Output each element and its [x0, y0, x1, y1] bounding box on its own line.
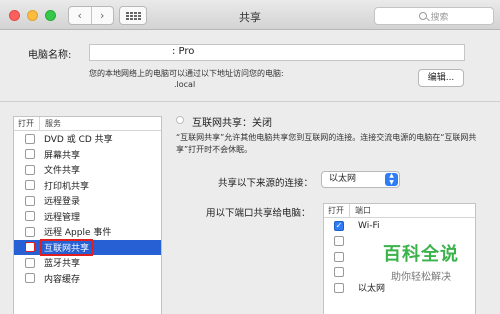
ports-label: 用以下端口共享给电脑：	[206, 208, 311, 219]
service-item[interactable]: 屏幕共享	[14, 147, 161, 163]
watermark-subtitle: 助你轻松解决	[391, 272, 451, 283]
column-on[interactable]: 打开	[14, 117, 40, 130]
network-info-text: 您的本地网络上的电脑可以通过以下地址访问您的电脑:	[89, 69, 284, 78]
service-checkbox[interactable]	[25, 257, 35, 268]
sharing-description: “互联网共享”允许其他电脑共享您到互联网的连接。连接交流电源的电脑在“互联网共享…	[176, 133, 477, 154]
service-checkbox[interactable]	[25, 273, 35, 284]
service-checkbox[interactable]	[25, 211, 35, 222]
service-item[interactable]: 文件共享	[14, 162, 161, 178]
service-item[interactable]: 内容缓存	[14, 271, 161, 287]
service-label: DVD 或 CD 共享	[44, 135, 113, 146]
service-item[interactable]: DVD 或 CD 共享	[14, 131, 161, 147]
service-item[interactable]: 互联网共享	[14, 238, 161, 256]
service-checkbox[interactable]	[25, 226, 35, 237]
service-label: 蓝牙共享	[44, 259, 81, 270]
service-item[interactable]: 远程管理	[14, 209, 161, 225]
service-list-header: 打开 服务	[14, 117, 161, 131]
sharing-status: 互联网共享：关闭	[192, 118, 272, 129]
sharing-status-indicator	[176, 116, 184, 124]
source-select[interactable]: 以太网 ▲ ▼	[321, 171, 400, 188]
ports-list-header: 打开 端口	[324, 204, 475, 218]
port-label: 以太网	[358, 284, 386, 295]
service-label: 文件共享	[44, 166, 81, 177]
watermark: 百科全说 助你轻松解决	[360, 240, 482, 283]
local-address: .local	[89, 80, 195, 89]
service-label: 远程管理	[44, 212, 81, 223]
computer-name-label: 电脑名称:	[28, 50, 72, 61]
service-checkbox[interactable]	[25, 149, 35, 160]
edit-button[interactable]: 编辑...	[418, 69, 464, 87]
column-service[interactable]: 服务	[40, 117, 61, 130]
ports-column-port[interactable]: 端口	[350, 204, 371, 217]
service-item[interactable]: 远程 Apple 事件	[14, 224, 161, 240]
port-checkbox[interactable]	[334, 282, 344, 293]
search-placeholder: 搜索	[430, 12, 449, 23]
computer-name-value: : Pro	[172, 46, 195, 57]
local-address-suffix: .local	[174, 80, 196, 89]
port-checkbox[interactable]	[334, 236, 344, 247]
chevron-updown-icon: ▲ ▼	[385, 172, 398, 186]
service-label: 内容缓存	[44, 274, 81, 285]
search-input[interactable]: 搜索	[374, 7, 494, 25]
port-item[interactable]: ✓ Wi-Fi	[324, 218, 475, 234]
computer-name-field[interactable]: : Pro	[89, 44, 465, 61]
service-label: 屏幕共享	[44, 150, 81, 161]
service-checkbox[interactable]	[25, 164, 35, 175]
service-label: 互联网共享	[39, 238, 94, 256]
port-label: Wi-Fi	[358, 220, 380, 231]
service-checkbox[interactable]	[25, 195, 35, 206]
port-checkbox[interactable]	[334, 251, 344, 262]
section-divider	[0, 101, 500, 102]
ports-column-on[interactable]: 打开	[324, 204, 350, 217]
title-bar: ‹ › 共享 搜索	[0, 0, 500, 30]
port-checkbox[interactable]	[334, 267, 344, 278]
service-checkbox[interactable]	[25, 242, 35, 253]
service-list: 打开 服务 DVD 或 CD 共享 屏幕共享文件共享打印机共享远程登录远程管理远程…	[13, 116, 162, 314]
service-label: 打印机共享	[44, 181, 90, 192]
service-checkbox[interactable]	[25, 133, 35, 144]
service-label: 远程登录	[44, 197, 81, 208]
port-checkbox[interactable]: ✓	[334, 220, 344, 231]
search-icon	[419, 12, 428, 20]
source-label: 共享以下来源的连接：	[218, 178, 314, 189]
service-label: 远程 Apple 事件	[44, 228, 112, 239]
service-item[interactable]: 蓝牙共享	[14, 255, 161, 271]
service-checkbox[interactable]	[25, 180, 35, 191]
service-item[interactable]: 打印机共享	[14, 178, 161, 194]
service-item[interactable]: 远程登录	[14, 193, 161, 209]
source-select-value: 以太网	[329, 174, 357, 184]
watermark-title: 百科全说	[383, 244, 459, 265]
